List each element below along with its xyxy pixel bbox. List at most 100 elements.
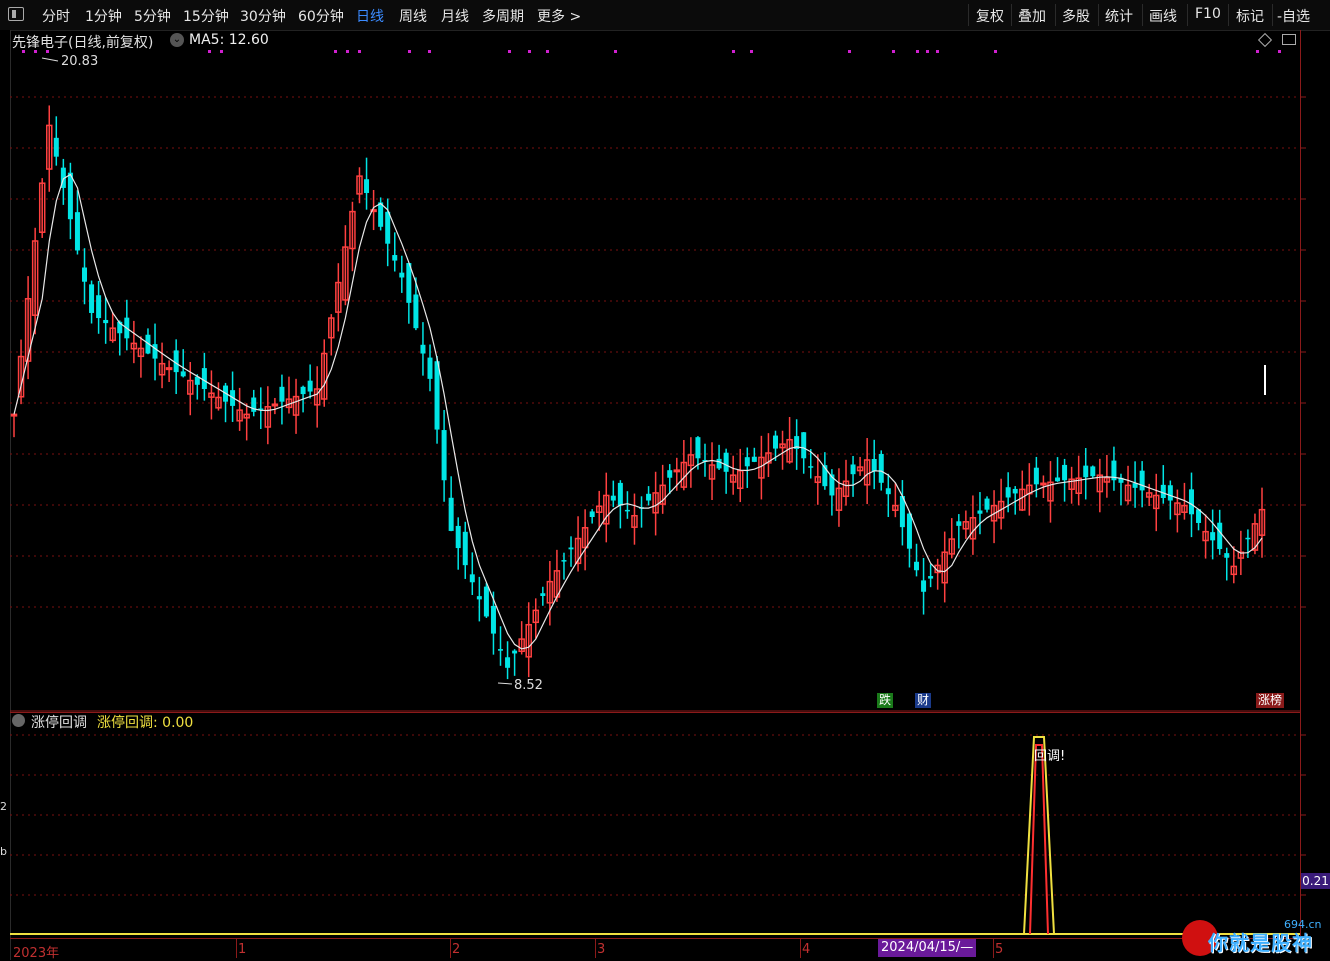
candle-body [413, 294, 419, 329]
die-badge[interactable]: 跌 [877, 693, 894, 708]
watermark: 694.cn 你就是股神 [1180, 918, 1330, 958]
candle-body [490, 605, 496, 634]
ma5-line [13, 173, 1263, 650]
marker-dot [358, 50, 361, 53]
candle-body [378, 202, 384, 227]
candle-body [103, 319, 109, 324]
cai-badge[interactable]: 财 [915, 693, 932, 708]
candle-body [1033, 467, 1039, 485]
candle-body [1040, 482, 1047, 486]
candle-body [695, 437, 701, 459]
candle-body [173, 350, 179, 373]
candle-body [1245, 537, 1251, 540]
candle-body [568, 547, 574, 550]
marker-dot [936, 50, 939, 53]
candle-body [772, 435, 778, 449]
zhangbang-badge[interactable]: 涨榜 [1256, 693, 1285, 708]
marker-dot [428, 50, 431, 53]
date-label-m5: 5 [995, 942, 1004, 957]
date-label-year: 2023年 [13, 946, 60, 961]
candle-body [744, 457, 750, 467]
candle-body [1083, 465, 1089, 478]
date-label-m1: 1 [238, 942, 247, 957]
candle-body [1210, 532, 1216, 541]
candle-body [300, 386, 306, 395]
candle-body [801, 432, 807, 459]
candle-body [441, 430, 447, 481]
candle-body [476, 596, 482, 600]
candle-body [1090, 466, 1096, 477]
candle-body [74, 212, 80, 251]
candle-body [646, 493, 652, 501]
candle-body [67, 172, 73, 220]
marker-dot [1278, 50, 1281, 53]
candle-body [399, 272, 405, 278]
indicator-panel [10, 712, 1300, 937]
candle-body [469, 574, 475, 583]
marker-dot [220, 50, 223, 53]
marker-dot [750, 50, 753, 53]
candle-body [667, 470, 673, 478]
chevron-down-icon[interactable] [12, 714, 25, 727]
marker-dot [916, 50, 919, 53]
candle-body [751, 456, 757, 462]
marker-dot [208, 50, 211, 53]
watermark-text: 你就是股神 [1208, 931, 1313, 955]
candle-body [165, 367, 173, 371]
candle-body [10, 413, 18, 417]
candle-body [483, 586, 489, 617]
indicator-axis-value: 0.21 [1301, 873, 1330, 889]
candle-body [364, 179, 370, 194]
candle-body [921, 580, 927, 592]
date-label-m3: 3 [597, 942, 606, 957]
candle-body [956, 521, 962, 526]
candle-body [89, 284, 95, 313]
candle-body [1188, 489, 1194, 515]
candle-body [82, 267, 88, 282]
indicator-value: 涨停回调: 0.00 [97, 715, 194, 731]
marker-dot [346, 50, 349, 53]
candle-body [271, 403, 279, 407]
candle-body [180, 371, 186, 377]
date-label-m2: 2 [452, 942, 461, 957]
date-highlight: 2024/04/15/— [878, 939, 977, 957]
candle-body [1139, 470, 1145, 491]
candle-body [1160, 484, 1166, 498]
candle-body [152, 344, 158, 359]
marker-dot [508, 50, 511, 53]
low-pointer [497, 682, 513, 685]
low-label: 8.52 [514, 678, 543, 693]
chevron-down-icon[interactable]: ⌄ [170, 33, 184, 47]
candle-body [906, 513, 912, 549]
candle-body [434, 361, 440, 430]
candle-body [455, 525, 461, 549]
candle-body [1217, 522, 1223, 550]
candle-body [1005, 487, 1011, 498]
date-axis [10, 938, 1300, 961]
candle-body [512, 650, 518, 654]
candle-body [1224, 553, 1230, 558]
marker-dot [546, 50, 549, 53]
candle-body [885, 488, 891, 495]
candle-body [448, 497, 454, 531]
candle-body [871, 459, 877, 472]
marker-dot [528, 50, 531, 53]
candle-body [53, 137, 59, 157]
candle-body [878, 453, 884, 483]
candle-body [561, 560, 567, 562]
date-label-m4: 4 [802, 942, 811, 957]
candle-body [850, 464, 856, 475]
candle-body [808, 466, 814, 468]
marker-dot [614, 50, 617, 53]
candle-body [1055, 477, 1061, 482]
candle-body [1062, 464, 1068, 481]
candle-body [385, 211, 391, 244]
layout-icon[interactable] [1282, 34, 1296, 45]
stock-title: 先锋电子(日线,前复权) [12, 35, 154, 51]
candle-body [540, 593, 546, 596]
candle-body [914, 561, 920, 571]
candle-body [427, 357, 433, 379]
candle-body [977, 510, 983, 514]
candle-body [420, 344, 426, 354]
marker-dot [892, 50, 895, 53]
